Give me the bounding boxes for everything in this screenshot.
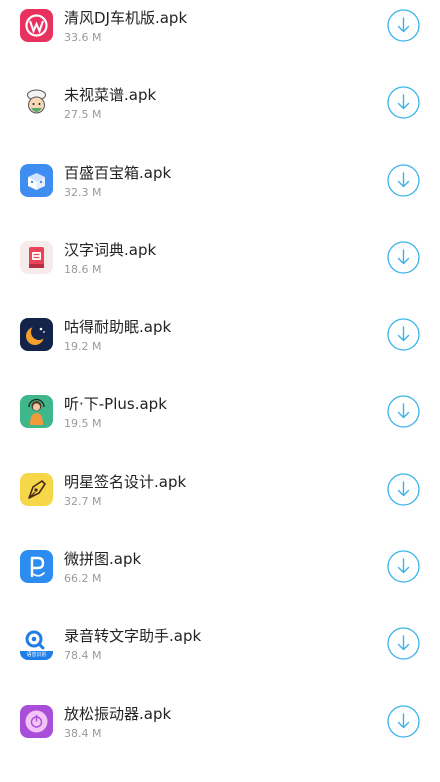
app-size: 18.6 M bbox=[64, 262, 102, 276]
list-item[interactable]: 明星签名设计.apk 32.7 M bbox=[0, 450, 440, 527]
download-button[interactable] bbox=[387, 86, 420, 119]
download-button[interactable] bbox=[387, 705, 420, 738]
app-size: 32.7 M bbox=[64, 494, 102, 508]
list-item[interactable]: 语音识别 录音转文字助手.apk 78.4 M bbox=[0, 604, 440, 681]
list-item[interactable]: 放松振动器.apk 38.4 M bbox=[0, 682, 440, 759]
download-arrow-icon bbox=[387, 86, 420, 119]
download-arrow-icon bbox=[387, 241, 420, 274]
download-button[interactable] bbox=[387, 627, 420, 661]
qingfeng-dj-icon bbox=[20, 9, 53, 42]
vibrator-power-icon bbox=[20, 704, 53, 738]
download-button[interactable] bbox=[387, 9, 420, 42]
app-size: 38.4 M bbox=[64, 726, 102, 740]
download-arrow-icon bbox=[387, 473, 420, 506]
app-size: 33.6 M bbox=[64, 31, 102, 44]
app-size: 66.2 M bbox=[64, 572, 102, 586]
list-item[interactable]: 听·下-Plus.apk 19.5 M bbox=[0, 372, 440, 449]
app-name: 录音转文字助手.apk bbox=[64, 627, 202, 646]
download-button[interactable] bbox=[387, 550, 420, 583]
list-item[interactable]: 微拼图.apk 66.2 M bbox=[0, 527, 440, 604]
download-button[interactable] bbox=[387, 318, 420, 351]
app-name: 放松振动器.apk bbox=[64, 704, 172, 723]
moon-icon bbox=[20, 318, 53, 352]
download-arrow-icon bbox=[387, 395, 420, 429]
puzzle-p-icon bbox=[20, 550, 53, 584]
app-size: 78.4 M bbox=[64, 649, 102, 663]
app-name: 咕得耐助眠.apk bbox=[64, 318, 172, 337]
app-size: 32.3 M bbox=[64, 185, 102, 199]
list-item[interactable]: 百盛百宝箱.apk 32.3 M bbox=[0, 141, 440, 218]
app-size: 19.2 M bbox=[64, 340, 102, 354]
download-arrow-icon bbox=[387, 550, 420, 583]
app-name: 微拼图.apk bbox=[64, 550, 142, 569]
app-name: 明星签名设计.apk bbox=[64, 472, 187, 491]
app-size: 27.5 M bbox=[64, 108, 102, 122]
download-arrow-icon bbox=[387, 163, 420, 197]
app-download-list: 清风DJ车机版.apk 33.6 M 未视菜谱.apk 27.5 M 百盛百宝箱… bbox=[0, 0, 440, 759]
pen-nib-icon bbox=[20, 472, 53, 506]
dictionary-icon bbox=[20, 240, 53, 274]
download-arrow-icon bbox=[387, 627, 420, 661]
app-size: 19.5 M bbox=[64, 417, 102, 431]
list-item[interactable]: 汉字词典.apk 18.6 M bbox=[0, 218, 440, 295]
toolbox-icon bbox=[20, 163, 53, 197]
download-button[interactable] bbox=[387, 241, 420, 274]
download-arrow-icon bbox=[387, 705, 420, 738]
list-item[interactable]: 清风DJ车机版.apk 33.6 M bbox=[0, 0, 440, 63]
voice-recognition-icon: 语音识别 bbox=[20, 627, 53, 661]
list-item[interactable]: 未视菜谱.apk 27.5 M bbox=[0, 63, 440, 140]
app-name: 听·下-Plus.apk bbox=[64, 395, 167, 414]
download-arrow-icon bbox=[387, 9, 420, 42]
app-name: 百盛百宝箱.apk bbox=[64, 163, 172, 182]
download-arrow-icon bbox=[387, 318, 420, 351]
download-button[interactable] bbox=[387, 163, 420, 197]
icon-caption: 语音识别 bbox=[20, 651, 53, 661]
download-button[interactable] bbox=[387, 473, 420, 506]
list-item[interactable]: 咕得耐助眠.apk 19.2 M bbox=[0, 295, 440, 372]
app-name: 未视菜谱.apk bbox=[64, 86, 157, 105]
music-girl-icon bbox=[20, 395, 53, 429]
chef-icon bbox=[20, 86, 53, 120]
app-name: 清风DJ车机版.apk bbox=[64, 9, 188, 27]
download-button[interactable] bbox=[387, 395, 420, 429]
app-name: 汉字词典.apk bbox=[64, 240, 157, 259]
